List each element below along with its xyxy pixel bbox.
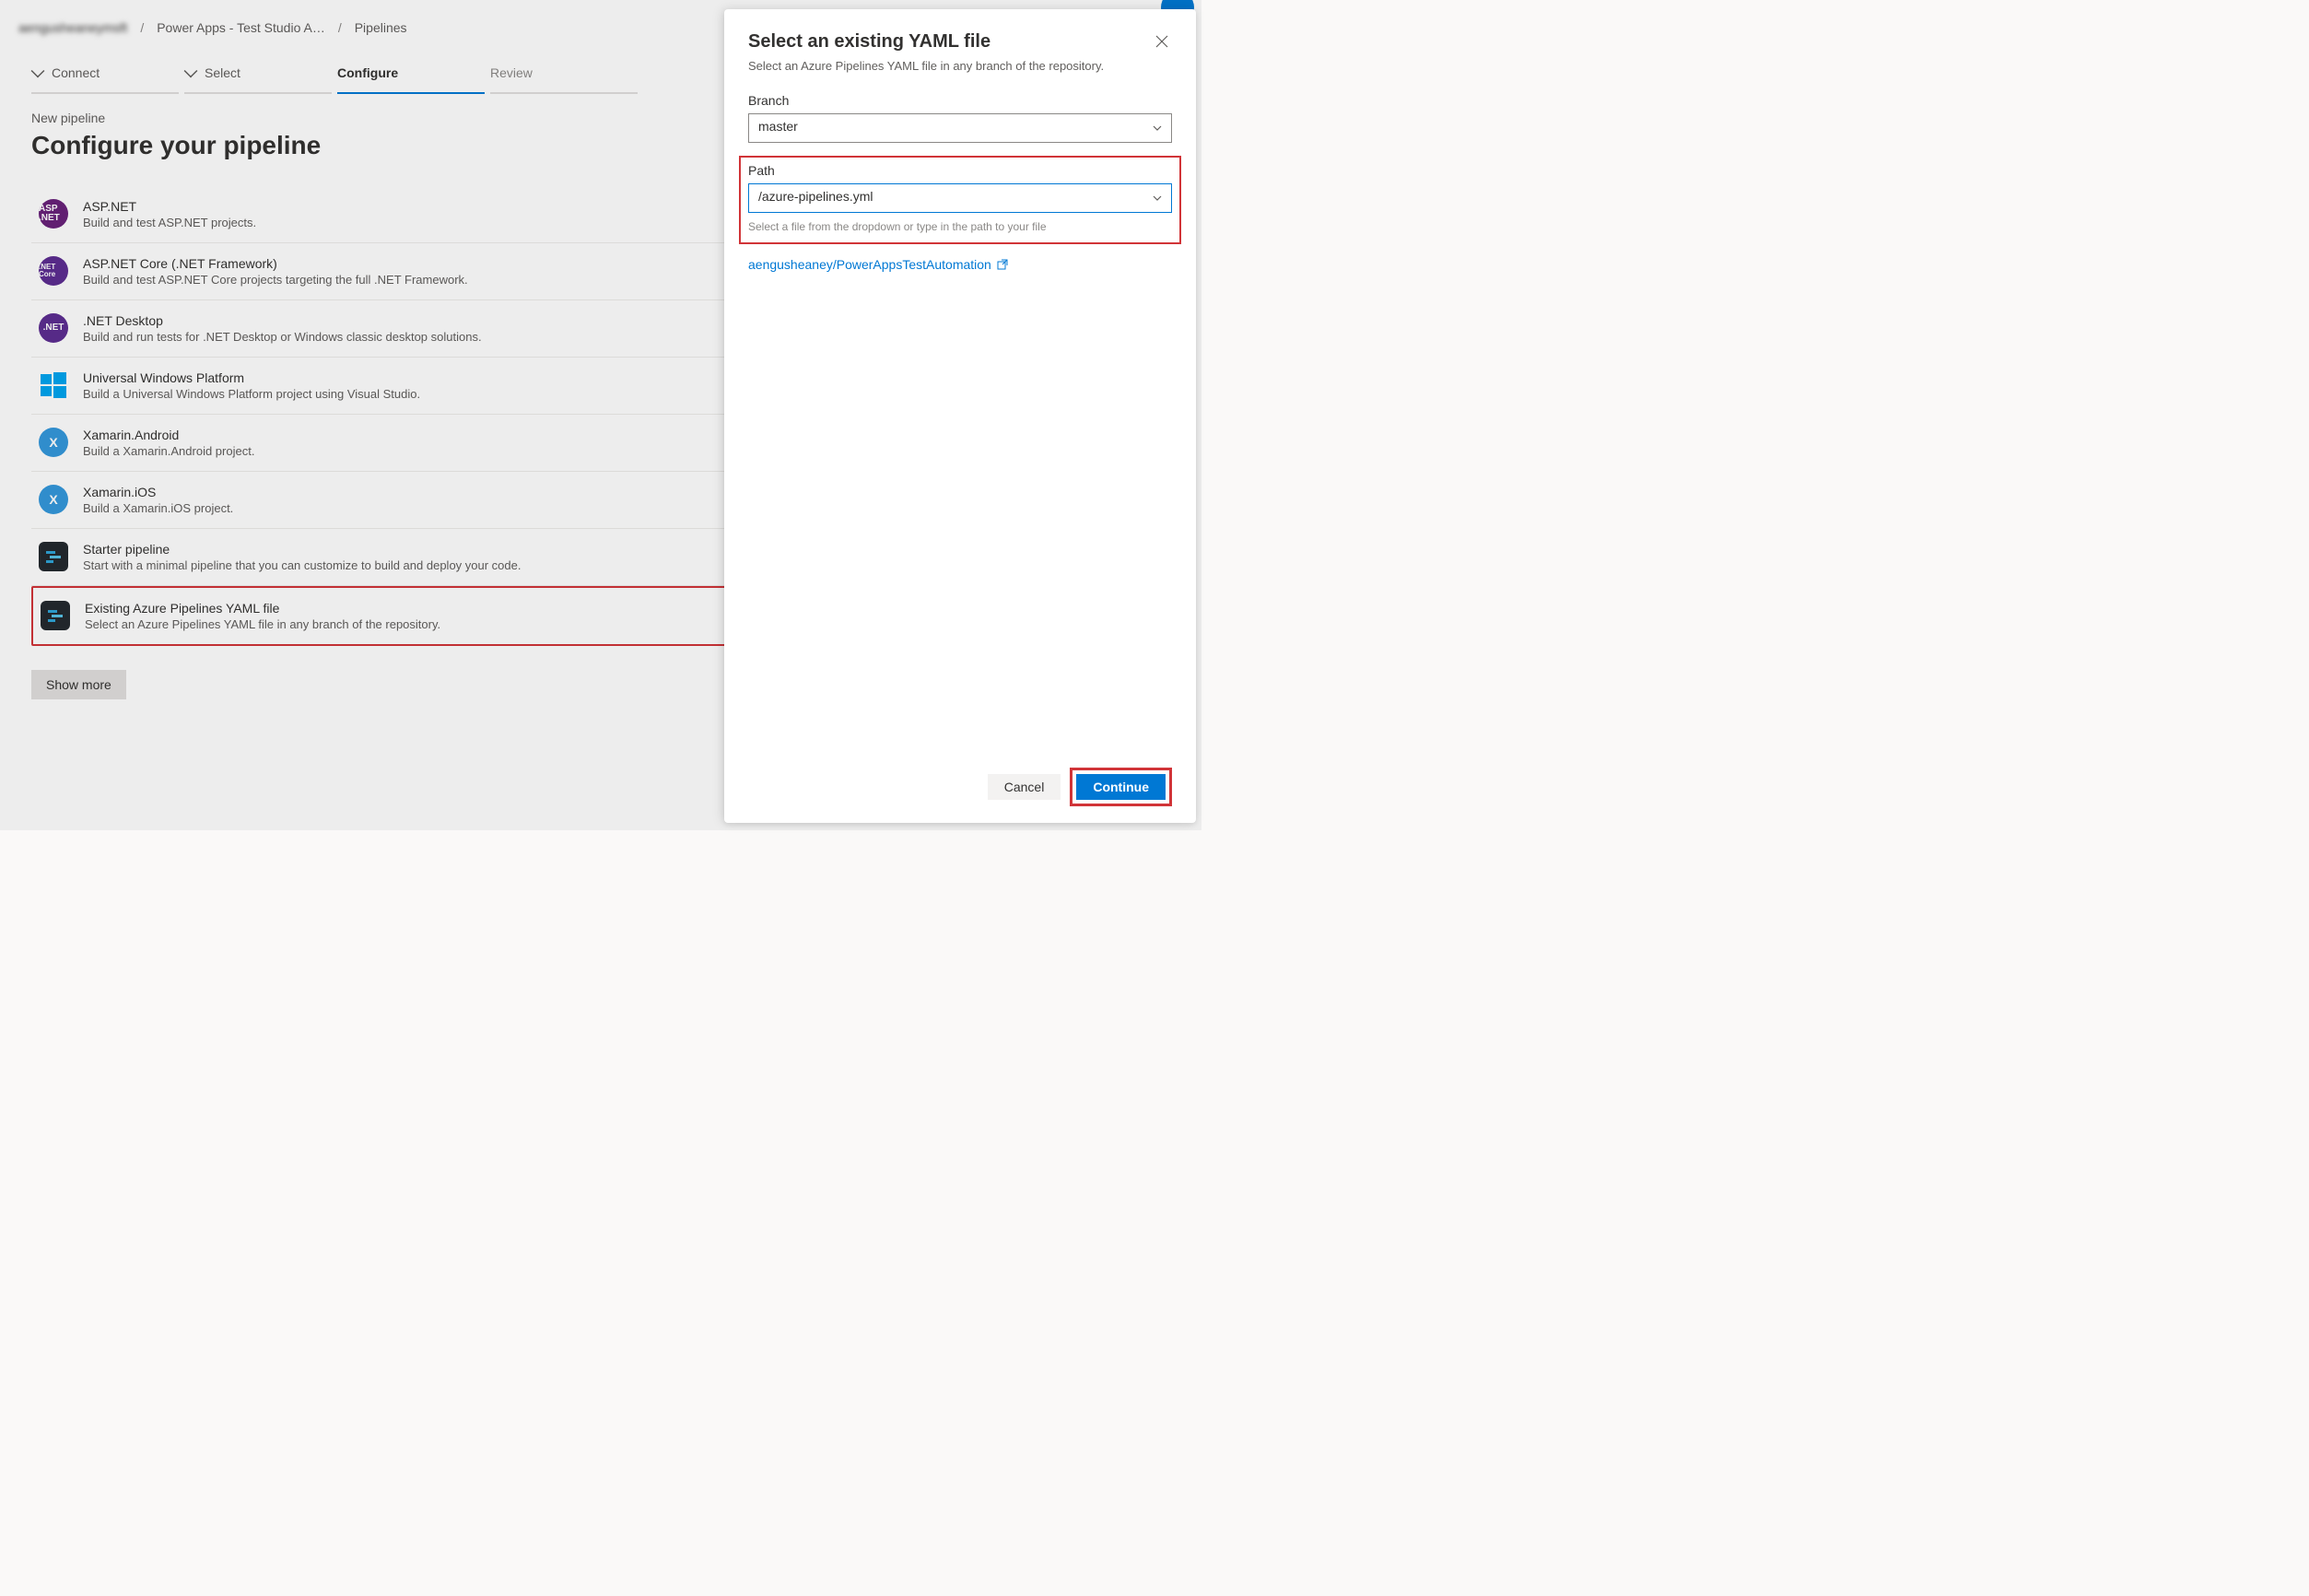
option-desc: Start with a minimal pipeline that you c… (83, 558, 521, 572)
checkmark-icon (31, 65, 45, 78)
repo-link[interactable]: aengusheaney/PowerAppsTestAutomation (748, 257, 1172, 272)
checkmark-icon (184, 65, 198, 78)
close-button[interactable] (1152, 31, 1172, 52)
step-configure[interactable]: Configure (337, 53, 485, 94)
breadcrumb-project[interactable]: Power Apps - Test Studio A… (157, 20, 325, 35)
step-review[interactable]: Review (490, 53, 638, 94)
option-desc: Build and run tests for .NET Desktop or … (83, 330, 482, 344)
svg-text:X: X (49, 492, 58, 507)
step-label: Connect (52, 65, 100, 80)
step-label: Configure (337, 65, 398, 80)
option-title: .NET Desktop (83, 313, 482, 328)
path-highlight-box: Path /azure-pipelines.yml Select a file … (739, 156, 1181, 244)
option-desc: Select an Azure Pipelines YAML file in a… (85, 617, 440, 631)
continue-highlight-box: Continue (1070, 768, 1172, 806)
xamarin-icon: X (39, 428, 68, 457)
external-link-icon (997, 259, 1008, 270)
option-desc: Build a Xamarin.Android project. (83, 444, 254, 458)
dotnet-icon: .NET (39, 313, 68, 343)
cancel-button[interactable]: Cancel (988, 774, 1061, 800)
step-select[interactable]: Select (184, 53, 332, 94)
breadcrumb-separator: / (140, 20, 144, 35)
close-icon (1155, 35, 1168, 48)
breadcrumb-separator: / (338, 20, 342, 35)
panel-title: Select an existing YAML file (748, 31, 1104, 53)
option-title: ASP.NET (83, 199, 256, 214)
windows-icon (39, 370, 68, 400)
option-desc: Build and test ASP.NET Core projects tar… (83, 273, 468, 287)
repo-link-text: aengusheaney/PowerAppsTestAutomation (748, 257, 991, 272)
path-label: Path (748, 163, 1172, 178)
option-title: Universal Windows Platform (83, 370, 420, 385)
pipeline-icon (39, 542, 68, 571)
option-title: Starter pipeline (83, 542, 521, 557)
option-desc: Build a Universal Windows Platform proje… (83, 387, 420, 401)
path-select[interactable]: /azure-pipelines.yml (748, 183, 1172, 213)
option-title: Xamarin.Android (83, 428, 254, 442)
option-title: ASP.NET Core (.NET Framework) (83, 256, 468, 271)
step-label: Select (205, 65, 240, 80)
option-desc: Build a Xamarin.iOS project. (83, 501, 233, 515)
branch-select[interactable]: master (748, 113, 1172, 143)
aspnet-icon: ASP .NET (39, 199, 68, 229)
svg-text:X: X (49, 435, 58, 450)
dotnetcore-icon: .NET Core (39, 256, 68, 286)
xamarin-icon: X (39, 485, 68, 514)
yaml-file-panel: Select an existing YAML file Select an A… (724, 9, 1196, 823)
path-hint: Select a file from the dropdown or type … (748, 220, 1172, 233)
panel-description: Select an Azure Pipelines YAML file in a… (748, 58, 1104, 75)
continue-button[interactable]: Continue (1076, 774, 1166, 800)
step-label: Review (490, 65, 533, 80)
option-desc: Build and test ASP.NET projects. (83, 216, 256, 229)
branch-label: Branch (748, 93, 1172, 108)
step-connect[interactable]: Connect (31, 53, 179, 94)
option-title: Existing Azure Pipelines YAML file (85, 601, 440, 616)
pipeline-icon (41, 601, 70, 630)
show-more-button[interactable]: Show more (31, 670, 126, 699)
option-title: Xamarin.iOS (83, 485, 233, 499)
breadcrumb-org[interactable]: aengusheaneymsft (18, 20, 127, 35)
breadcrumb-page[interactable]: Pipelines (355, 20, 407, 35)
